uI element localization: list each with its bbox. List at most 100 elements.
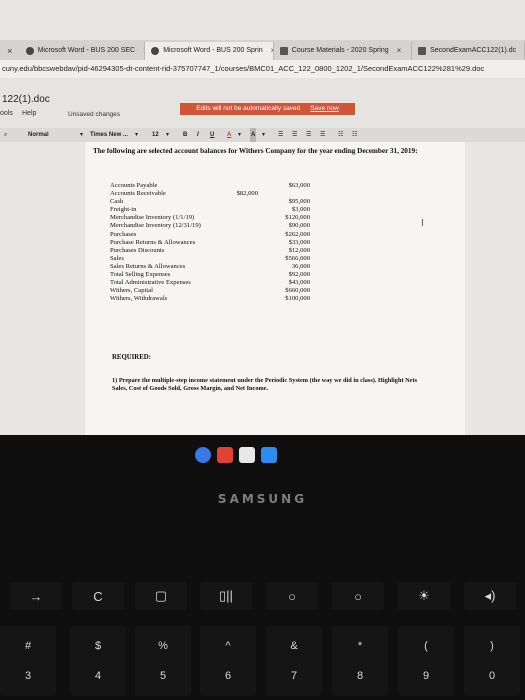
key-symbol: * bbox=[357, 640, 363, 652]
key-symbol: ( bbox=[424, 640, 428, 652]
bullet-list-icon[interactable]: ☷ bbox=[352, 128, 357, 142]
function-key[interactable]: ○ bbox=[332, 582, 384, 610]
docs-icon[interactable] bbox=[239, 447, 255, 463]
number-key[interactable]: & 7 bbox=[266, 626, 322, 696]
site-icon bbox=[151, 47, 160, 55]
account-row: Sales Returns & Allowances 36,000 bbox=[110, 263, 310, 271]
align-right-icon[interactable]: ☰ bbox=[306, 128, 311, 142]
chevron-down-icon[interactable]: ▾ bbox=[80, 128, 83, 142]
number-key[interactable]: ) 0 bbox=[464, 626, 520, 696]
account-row: Withers, Capital $660,000 bbox=[110, 287, 310, 295]
tab-word-bus200-spring[interactable]: Microsoft Word - BUS 200 Sprin × bbox=[145, 42, 274, 60]
address-bar[interactable]: cuny.edu/bbcswebdav/pid-46294305-dt-cont… bbox=[0, 60, 525, 78]
chevron-down-icon[interactable]: ▾ bbox=[166, 128, 169, 142]
account-amount: $92,000 bbox=[288, 271, 310, 279]
function-key[interactable]: ◂) bbox=[464, 582, 516, 610]
account-name: Accounts Receivable bbox=[110, 190, 166, 198]
highlight-button[interactable]: A bbox=[250, 128, 257, 142]
key-digit: 3 bbox=[24, 670, 32, 682]
account-amount: 36,000 bbox=[291, 262, 310, 270]
number-key[interactable]: * 8 bbox=[332, 626, 388, 696]
font-dropdown[interactable]: Times New ... bbox=[90, 128, 128, 142]
account-name: Merchandise Inventory (12/31/19) bbox=[110, 222, 201, 230]
close-icon[interactable]: × bbox=[397, 42, 402, 60]
save-now-link[interactable]: Save now bbox=[310, 103, 339, 115]
account-name: Sales Returns & Allowances bbox=[110, 262, 186, 270]
text-cursor-icon: I bbox=[421, 218, 424, 229]
key-digit: 0 bbox=[488, 670, 496, 682]
document-title[interactable]: 122(1).doc bbox=[2, 94, 50, 105]
account-row: Purchases Discounts $12,000 bbox=[110, 247, 310, 255]
numbered-list-icon[interactable]: ☷ bbox=[338, 128, 343, 142]
function-key[interactable]: ☀ bbox=[398, 582, 450, 610]
account-row: Total Administrative Expenses $43,000 bbox=[110, 279, 310, 287]
word-online-header: 122(1).doc ools Help Unsaved changes Edi… bbox=[0, 78, 525, 128]
italic-button[interactable]: I bbox=[197, 128, 199, 142]
justify-icon[interactable]: ☰ bbox=[320, 128, 325, 142]
account-row: Sales $566,000 bbox=[110, 255, 310, 263]
account-row: Purchase Returns & Allowances $33,000 bbox=[110, 239, 310, 247]
document-page[interactable]: The following are selected account balan… bbox=[85, 142, 465, 435]
account-name: Purchase Returns & Allowances bbox=[110, 238, 196, 246]
account-name: Sales bbox=[110, 254, 124, 262]
course-icon bbox=[279, 47, 288, 55]
number-key[interactable]: #3 bbox=[0, 626, 56, 696]
unsaved-status: Unsaved changes bbox=[68, 111, 121, 118]
function-key[interactable]: C bbox=[72, 582, 124, 610]
account-name: Cash bbox=[110, 198, 124, 206]
key-digit: 5 bbox=[159, 670, 167, 682]
function-key[interactable]: ▢ bbox=[135, 582, 187, 610]
number-key[interactable]: % 5 bbox=[135, 626, 191, 696]
function-key[interactable]: ▯|| bbox=[200, 582, 252, 610]
align-center-icon[interactable]: ☰ bbox=[292, 128, 297, 142]
account-amount: $90,000 bbox=[288, 222, 310, 230]
align-left-icon[interactable]: ☰ bbox=[278, 128, 283, 142]
style-dropdown[interactable]: Normal bbox=[28, 128, 49, 142]
gmail-icon[interactable] bbox=[217, 447, 233, 463]
chevron-down-icon[interactable]: ▾ bbox=[238, 128, 241, 142]
tab-secondexam-doc[interactable]: SecondExamACC122(1).dc bbox=[412, 42, 525, 60]
banner-text: Edits will not be automatically saved bbox=[196, 105, 301, 112]
tab-label: Microsoft Word - BUS 200 Sprin bbox=[163, 47, 263, 54]
os-shelf bbox=[195, 445, 295, 465]
number-key[interactable]: $4 bbox=[70, 626, 126, 696]
account-amount: $33,000 bbox=[288, 238, 310, 246]
files-icon[interactable] bbox=[261, 447, 277, 463]
account-row: Withers, Withdrawals $100,000 bbox=[110, 295, 310, 303]
account-row: Accounts Payable $63,000 bbox=[110, 182, 310, 190]
laptop-screen: × Microsoft Word - BUS 200 SEC × Microso… bbox=[0, 0, 525, 435]
key-symbol: $ bbox=[94, 640, 102, 652]
tab-label: Microsoft Word - BUS 200 SEC bbox=[37, 47, 136, 54]
account-amount: $12,000 bbox=[288, 246, 310, 254]
account-amount: $95,000 bbox=[288, 198, 310, 206]
close-icon[interactable]: × bbox=[0, 42, 20, 60]
account-row: Cash $95,000 bbox=[110, 198, 310, 206]
account-name: Freight-in bbox=[110, 206, 137, 214]
autosave-warning-banner: Edits will not be automatically saved Sa… bbox=[180, 103, 355, 115]
chrome-icon[interactable] bbox=[195, 447, 211, 463]
number-key[interactable]: (9 bbox=[398, 626, 454, 696]
chevron-down-icon[interactable]: ▾ bbox=[135, 128, 138, 142]
function-key[interactable]: ○ bbox=[266, 582, 318, 610]
bold-button[interactable]: B bbox=[183, 128, 187, 142]
account-amount: $100,000 bbox=[285, 295, 310, 303]
device-brand-logo: SAMSUNG bbox=[217, 492, 308, 506]
account-name: Withers, Capital bbox=[110, 287, 153, 295]
account-row: Accounts Receivable $82,000 bbox=[110, 190, 310, 198]
question-heading: The following are selected account balan… bbox=[93, 147, 418, 155]
menu-tools[interactable]: ools bbox=[0, 110, 13, 117]
tab-word-bus200-sec[interactable]: Microsoft Word - BUS 200 SEC × bbox=[20, 42, 146, 60]
instruction-text: 1) Prepare the multiple-step income stat… bbox=[112, 377, 418, 392]
font-size-dropdown[interactable]: 12 bbox=[152, 128, 159, 142]
account-name: Purchases Discounts bbox=[110, 246, 165, 254]
number-key[interactable]: ^ 6 bbox=[200, 626, 256, 696]
key-symbol: % bbox=[158, 640, 168, 652]
key-digit: 6 bbox=[224, 670, 232, 682]
tab-course-materials[interactable]: Course Materials - 2020 Spring × bbox=[274, 42, 413, 60]
search-icon[interactable]: ⌕ bbox=[4, 128, 7, 142]
font-color-button[interactable]: A bbox=[227, 128, 231, 142]
chevron-down-icon[interactable]: ▾ bbox=[262, 128, 265, 142]
underline-button[interactable]: U bbox=[210, 128, 214, 142]
function-key[interactable]: → bbox=[10, 582, 62, 610]
menu-help[interactable]: Help bbox=[22, 110, 36, 117]
